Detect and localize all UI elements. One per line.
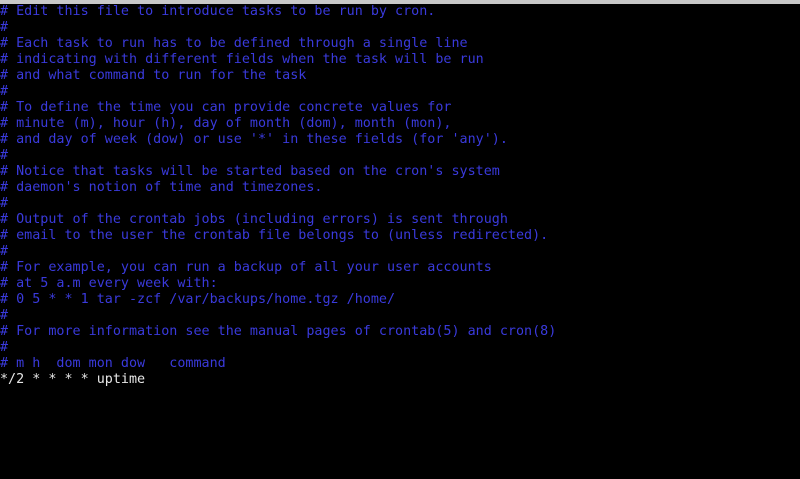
crontab-editor[interactable]: # Edit this file to introduce tasks to b… bbox=[0, 4, 800, 388]
comment-line: # minute (m), hour (h), day of month (do… bbox=[0, 116, 452, 131]
comment-line: # Edit this file to introduce tasks to b… bbox=[0, 4, 436, 19]
comment-line: # bbox=[0, 308, 9, 323]
comment-line: # daemon's notion of time and timezones. bbox=[0, 180, 323, 195]
comment-line: # bbox=[0, 340, 9, 355]
comment-line: # and what command to run for the task bbox=[0, 68, 307, 83]
comment-line: # Each task to run has to be defined thr… bbox=[0, 36, 468, 51]
cron-entry-text[interactable]: */2 * * * * uptime bbox=[0, 372, 145, 387]
comment-line: # at 5 a.m every week with: bbox=[0, 276, 218, 291]
cron-entry-line[interactable]: */2 * * * * uptime bbox=[0, 372, 800, 388]
comment-line: # bbox=[0, 244, 9, 259]
comment-line: # To define the time you can provide con… bbox=[0, 100, 452, 115]
comment-line: # bbox=[0, 148, 9, 163]
comment-line: # bbox=[0, 84, 9, 99]
comment-line: # and day of week (dow) or use '*' in th… bbox=[0, 132, 508, 147]
comment-line: # 0 5 * * 1 tar -zcf /var/backups/home.t… bbox=[0, 292, 396, 307]
comment-line-header: # m h dom mon dow command bbox=[0, 356, 226, 371]
comment-line: # bbox=[0, 20, 9, 35]
comment-line: # bbox=[0, 196, 9, 211]
comment-line: # indicating with different fields when … bbox=[0, 52, 484, 67]
terminal-window[interactable]: # Edit this file to introduce tasks to b… bbox=[0, 0, 800, 479]
comment-line: # For example, you can run a backup of a… bbox=[0, 260, 492, 275]
comment-line: # Output of the crontab jobs (including … bbox=[0, 212, 508, 227]
comment-line: # email to the user the crontab file bel… bbox=[0, 228, 549, 243]
comment-line: # For more information see the manual pa… bbox=[0, 324, 557, 339]
comment-line: # Notice that tasks will be started base… bbox=[0, 164, 500, 179]
